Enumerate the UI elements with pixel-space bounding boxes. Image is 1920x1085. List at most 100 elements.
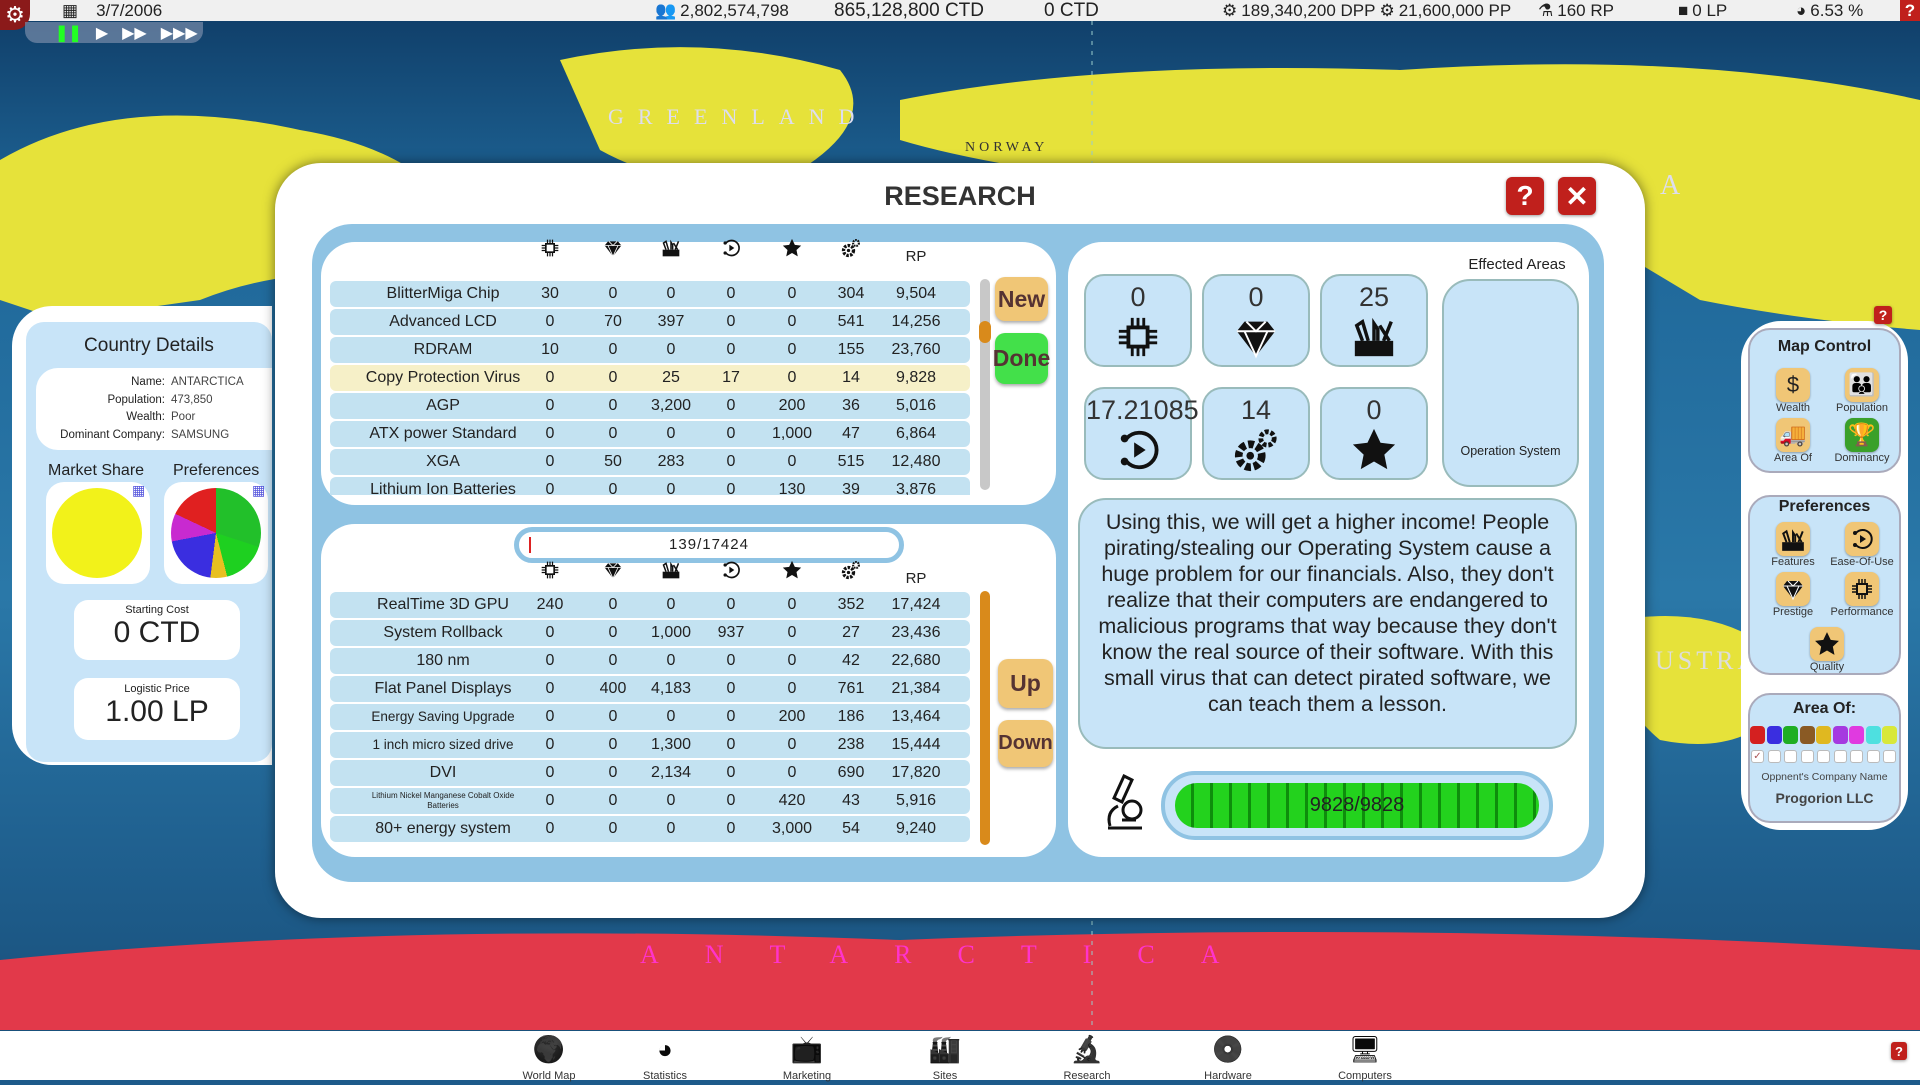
table-row[interactable]: Advanced LCD 0 70 397 0 0 541 14,256	[330, 309, 970, 335]
area-checkbox[interactable]	[1817, 750, 1830, 763]
table-row[interactable]: 180 nm 0 0 0 0 0 42 22,680	[330, 648, 970, 674]
new-button[interactable]: New	[995, 277, 1048, 321]
area-checkbox[interactable]	[1784, 750, 1797, 763]
ease-of-use-icon	[1086, 427, 1190, 478]
research-value: 3,200	[650, 397, 692, 414]
map-option-prestige[interactable]: Prestige	[1758, 572, 1828, 618]
research-value: 14,256	[891, 313, 941, 330]
top-status-bar: ▦ 3/7/2006 👥 2,802,574,798 865,128,800 CTD…	[0, 0, 1920, 21]
research-value: 10	[541, 341, 559, 358]
nav-research[interactable]: 🔬 Research	[1037, 1033, 1137, 1082]
rp-column-header[interactable]: RP	[906, 570, 927, 587]
scrollbar-thumb[interactable]	[979, 321, 991, 343]
up-button[interactable]: Up	[998, 659, 1053, 708]
table-row[interactable]: XGA 0 50 283 0 0 515 12,480	[330, 449, 970, 475]
nav-computers[interactable]: 🖥 Computers	[1315, 1033, 1415, 1082]
nav-marketing[interactable]: 📺 Marketing	[757, 1033, 857, 1082]
podium-icon: 🏆	[1845, 418, 1879, 452]
queue-scrollbar[interactable]	[980, 591, 990, 845]
stat-tile: 0	[1202, 274, 1310, 367]
map-option-population[interactable]: 👪 Population	[1827, 368, 1897, 414]
table-row[interactable]: 80+ energy system 0 0 0 0 3,000 54 9,240	[330, 816, 970, 842]
research-name: 1 inch micro sized drive	[372, 737, 514, 752]
area-checkbox[interactable]	[1850, 750, 1863, 763]
dollar-icon: $	[1776, 368, 1810, 402]
fast-forward-icon[interactable]: ▶▶	[122, 23, 147, 43]
down-button[interactable]: Down	[998, 720, 1053, 767]
area-checkbox[interactable]	[1866, 750, 1880, 763]
area-checkbox[interactable]: ✓	[1751, 750, 1764, 763]
table-row[interactable]: RDRAM 10 0 0 0 0 155 23,760	[330, 337, 970, 363]
preferences-pie	[171, 488, 261, 578]
table-row[interactable]: System Rollback 0 0 1,000 937 0 27 23,436	[330, 620, 970, 646]
done-button[interactable]: Done	[993, 333, 1050, 384]
table-row[interactable]: DVI 0 0 2,134 0 0 690 17,820	[330, 760, 970, 786]
available-scrollbar[interactable]	[979, 279, 991, 490]
nav-label: Sites	[932, 1070, 958, 1082]
dialog-close-button[interactable]: ✕	[1558, 177, 1596, 215]
area-checkbox[interactable]	[1833, 750, 1847, 763]
nav-hardware[interactable]: 💿 Hardware	[1178, 1033, 1278, 1082]
pause-icon[interactable]: ❚❚	[55, 23, 82, 43]
fastest-forward-icon[interactable]: ▶▶▶	[161, 23, 198, 43]
map-option-performance[interactable]: Performance	[1827, 572, 1897, 618]
tv-icon: 📺	[790, 1034, 824, 1064]
nav-world-map[interactable]: 🌍 World Map	[499, 1033, 599, 1082]
research-value: 0	[787, 596, 797, 613]
table-row[interactable]: 1 inch micro sized drive 0 0 1,300 0 0 238 15,4…	[330, 732, 970, 758]
map-option-ease-of-use[interactable]: Ease-Of-Use	[1827, 522, 1897, 568]
map-option-features[interactable]: Features	[1758, 522, 1828, 568]
research-name: ATX power Standard	[369, 425, 517, 442]
money: 865,128,800 CTD	[834, 0, 984, 21]
lp-value: 0 LP	[1692, 0, 1728, 20]
map-option-area-of[interactable]: 🚚 Area Of	[1758, 418, 1828, 464]
research-value: 0	[787, 764, 797, 781]
research-value: 0	[787, 736, 797, 753]
nav-sites[interactable]: 🏭 Sites	[895, 1033, 995, 1082]
table-row[interactable]: AGP 0 0 3,200 0 200 36 5,016	[330, 393, 970, 419]
area-checkbox[interactable]	[1767, 750, 1781, 763]
stat-tile: 14	[1202, 387, 1310, 480]
table-row[interactable]: RealTime 3D GPU 240 0 0 0 0 352 17,424	[330, 592, 970, 618]
nav-help-button[interactable]: ?	[1891, 1042, 1907, 1060]
table-row[interactable]: BlitterMiga Chip 30 0 0 0 0 304 9,504	[330, 281, 970, 307]
gear-icon: ⚙	[5, 2, 25, 27]
truck-icon: 🚚	[1776, 418, 1810, 452]
ease-of-use-icon	[1845, 522, 1879, 556]
map-option-dominancy[interactable]: 🏆 Dominancy	[1827, 418, 1897, 464]
opponent-name[interactable]: Progorion LLC	[1748, 790, 1901, 806]
research-name: Copy Protection Virus	[365, 369, 521, 386]
research-value: 2,134	[650, 764, 692, 781]
table-row[interactable]: Energy Saving Upgrade 0 0 0 0 200 186 13,464	[330, 704, 970, 730]
opponent-label: Oppnent's Company Name	[1761, 771, 1888, 783]
map-option-wealth[interactable]: $ Wealth	[1758, 368, 1828, 414]
play-icon[interactable]: ▶	[96, 23, 108, 43]
research-value: 0	[787, 680, 797, 697]
table-row[interactable]: Flat Panel Displays 0 400 4,183 0 0 761 21,384	[330, 676, 970, 702]
research-value: 240	[536, 596, 564, 613]
area-color-swatch	[1832, 726, 1848, 744]
table-row[interactable]: Lithium Nickel Manganese Cobalt Oxide Ba…	[330, 788, 970, 814]
research-value: 0	[666, 425, 676, 442]
microscope-icon: ⚗	[1538, 0, 1554, 20]
map-option-quality[interactable]: Quality	[1792, 627, 1862, 673]
help-button[interactable]: ?	[1900, 0, 1920, 21]
research-value: 0	[787, 341, 797, 358]
field-value: SAMSUNG	[171, 428, 230, 441]
research-value: 0	[726, 736, 736, 753]
grid-icon[interactable]: ▦	[252, 482, 265, 499]
dialog-help-button[interactable]: ?	[1506, 177, 1544, 215]
field-value: ANTARCTICA	[171, 376, 244, 388]
table-row[interactable]: Lithium Ion Batteries 0 0 0 0 130 39 3,876	[330, 477, 970, 495]
area-checkbox[interactable]	[1883, 750, 1896, 763]
rp-column-header[interactable]: RP	[906, 248, 927, 265]
starting-cost-value: 0 CTD	[113, 616, 201, 649]
table-row[interactable]: ATX power Standard 0 0 0 0 1,000 47 6,864	[330, 421, 970, 447]
map-help-button[interactable]: ?	[1874, 306, 1892, 324]
nav-label: Hardware	[1204, 1070, 1252, 1082]
grid-icon[interactable]: ▦	[132, 482, 145, 499]
table-row[interactable]: Copy Protection Virus 0 0 25 17 0 14 9,828	[330, 365, 970, 391]
map-label-asia: A	[1660, 170, 1681, 201]
area-checkbox[interactable]	[1800, 750, 1814, 763]
nav-statistics[interactable]: ◕ Statistics	[615, 1033, 715, 1082]
